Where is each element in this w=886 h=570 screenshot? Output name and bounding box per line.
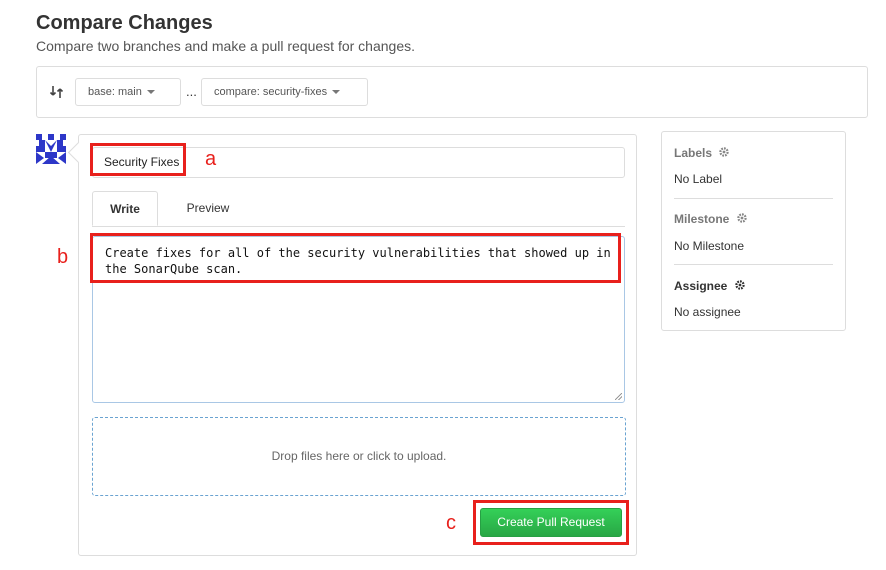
tab-preview[interactable]: Preview <box>172 191 244 226</box>
compare-branch-label: compare: security-fixes <box>214 86 328 98</box>
sidebar-divider <box>674 198 833 199</box>
milestone-value: No Milestone <box>674 239 745 253</box>
assignee-heading[interactable]: Assignee <box>674 279 746 293</box>
annotation-box-a <box>90 143 186 176</box>
gear-icon[interactable] <box>734 279 746 291</box>
labels-heading[interactable]: Labels <box>674 146 730 160</box>
branch-compare-bar: base: main ... compare: security-fixes <box>36 66 868 118</box>
page-subtitle: Compare two branches and make a pull req… <box>36 38 415 54</box>
avatar-icon <box>36 134 66 164</box>
annotation-box-b <box>90 233 621 283</box>
gear-icon[interactable] <box>736 212 748 224</box>
milestone-heading-text: Milestone <box>674 212 730 226</box>
base-branch-label: base: main <box>88 86 142 98</box>
resize-handle-icon[interactable] <box>615 393 622 400</box>
caret-down-icon <box>332 90 341 95</box>
milestone-heading[interactable]: Milestone <box>674 212 748 226</box>
page-title: Compare Changes <box>36 12 213 34</box>
annotation-label-b: b <box>57 246 69 268</box>
caret-down-icon <box>146 90 155 95</box>
swap-icon[interactable] <box>49 84 65 100</box>
base-branch-select[interactable]: base: main <box>75 78 181 106</box>
annotation-box-c <box>473 500 629 545</box>
branch-separator: ... <box>186 84 197 99</box>
pull-request-form: Security Fixes Write Preview Create fixe… <box>78 134 637 556</box>
annotation-label-a: a <box>205 148 217 170</box>
labels-value: No Label <box>674 172 723 186</box>
sidebar-panel: Labels No Label Milestone No Milestone A… <box>661 131 846 331</box>
file-drop-zone[interactable]: Drop files here or click to upload. <box>92 417 626 496</box>
annotation-label-c: c <box>446 512 456 534</box>
tab-write[interactable]: Write <box>92 191 158 226</box>
assignee-heading-text: Assignee <box>674 279 728 293</box>
editor-tabs: Write Preview <box>92 191 625 227</box>
labels-heading-text: Labels <box>674 146 713 160</box>
gear-icon[interactable] <box>718 146 730 158</box>
compare-branch-select[interactable]: compare: security-fixes <box>201 78 368 106</box>
sidebar-divider <box>674 264 833 265</box>
assignee-value: No assignee <box>674 305 741 319</box>
